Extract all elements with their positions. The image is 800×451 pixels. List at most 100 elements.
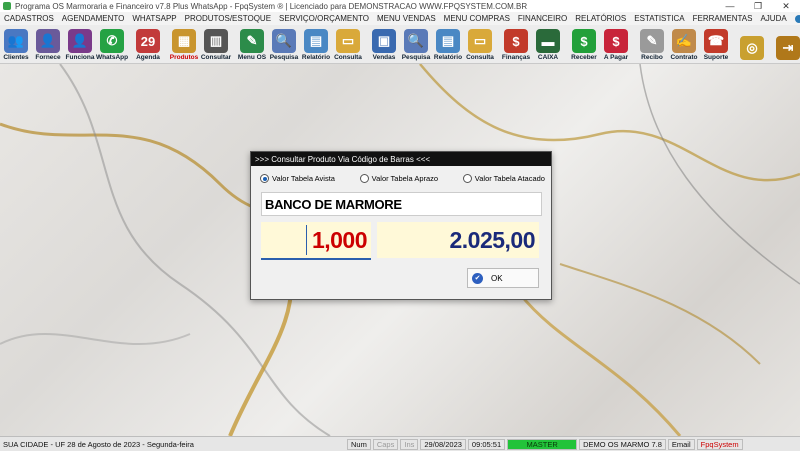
app-icon	[3, 2, 11, 10]
toolbar-label: Relatório	[433, 54, 463, 61]
toolbar-button-caixa[interactable]: ▬ CAIXA	[532, 25, 564, 63]
people-icon: 👥	[4, 29, 28, 53]
toolbar-button-consulta[interactable]: ▭ Consulta	[332, 25, 364, 63]
status-bar: SUA CIDADE - UF 28 de Agosto de 2023 - S…	[0, 436, 800, 451]
toolbar-label: Pesquisa	[401, 54, 431, 61]
menu-item-email[interactable]: E-MAIL	[791, 14, 800, 23]
ok-icon: ✔	[472, 272, 483, 284]
menu-item-servi-o-or-amento[interactable]: SERVIÇO/ORÇAMENTO	[275, 14, 373, 23]
exit-icon: ⇥	[776, 36, 800, 60]
menu-item-ajuda[interactable]: AJUDA	[756, 14, 790, 23]
toolbar-button-pesquisa[interactable]: 🔍 Pesquisa	[400, 25, 432, 63]
toolbar-label: Consulta	[466, 54, 494, 61]
whatsapp-icon: ✆	[100, 29, 124, 53]
toolbar-button-contrato[interactable]: ✍ Contrato	[668, 25, 700, 63]
toolbar-label: Recibo	[641, 54, 663, 61]
toolbar-button-agenda[interactable]: 29 Agenda	[132, 25, 164, 63]
toolbar-button-funciona[interactable]: 👤 Funciona	[64, 25, 96, 63]
employee-icon: 👤	[68, 29, 92, 53]
close-button[interactable]: ✕	[772, 1, 800, 12]
status-city-date: SUA CIDADE - UF 28 de Agosto de 2023 - S…	[3, 439, 194, 449]
ok-button[interactable]: ✔ OK	[467, 268, 539, 288]
toolbar-button-relat-rio[interactable]: ▤ Relatório	[432, 25, 464, 63]
menu-item-estatistica[interactable]: ESTATISTICA	[630, 14, 688, 23]
menu-item-agendamento[interactable]: AGENDAMENTO	[58, 14, 129, 23]
radio-aprazo[interactable]: Valor Tabela Aprazo	[359, 174, 439, 183]
menu-item-produtos-estoque[interactable]: PRODUTOS/ESTOQUE	[181, 14, 275, 23]
menu-item-financeiro[interactable]: FINANCEIRO	[514, 14, 571, 23]
quantity-value: 1,000	[311, 227, 368, 253]
toolbar-button-menu-os[interactable]: ✎ Menu OS	[236, 25, 268, 63]
status-email[interactable]: Email	[667, 438, 695, 450]
toolbar-label: Relatório	[301, 54, 331, 61]
search-icon: 🔍	[272, 29, 296, 53]
radio-atacado-dot	[462, 174, 472, 183]
minimize-button[interactable]: —	[716, 1, 744, 12]
menu-bar: CADASTROS AGENDAMENTO WHATSAPP PRODUTOS/EST…	[0, 12, 800, 25]
product-name-field[interactable]: BANCO DE MARMORE	[261, 192, 542, 216]
boxes-icon: ▦	[172, 29, 196, 53]
folder-icon: ▭	[336, 29, 360, 53]
menu-item-ferramentas[interactable]: FERRAMENTAS	[689, 14, 757, 23]
menu-item-relat-rios[interactable]: RELATÓRIOS	[571, 14, 630, 23]
radio-aprazo-dot	[359, 174, 369, 183]
toolbar-button-whatsapp[interactable]: ✆ WhatsApp	[96, 25, 128, 63]
calendar-icon: 29	[136, 29, 160, 53]
toolbar-label: Menu OS	[237, 54, 267, 61]
toolbar-button-clientes[interactable]: 👥 Clientes	[0, 25, 32, 63]
menu-item-menu-vendas[interactable]: MENU VENDAS	[373, 14, 440, 23]
price-value: 2.025,00	[449, 227, 535, 253]
window-controls: — ❐ ✕	[716, 1, 800, 12]
contract-icon: ✍	[672, 29, 696, 53]
toolbar-button-relat-rio[interactable]: ▤ Relatório	[300, 25, 332, 63]
support-icon: ☎	[704, 29, 728, 53]
pay-icon: $	[604, 29, 628, 53]
toolbar-button-consulta[interactable]: ▭ Consulta	[464, 25, 496, 63]
status-date: 29/08/2023	[420, 438, 466, 450]
toolbar-button-consultar[interactable]: ▥ Consultar	[200, 25, 232, 63]
receive-icon: $	[572, 29, 596, 53]
toolbar-button-receber[interactable]: $ Receber	[568, 25, 600, 63]
toolbar-button-a-pagar[interactable]: $ A Pagar	[600, 25, 632, 63]
toolbar-button-finan-as[interactable]: $ Finanças	[500, 25, 532, 63]
quantity-field[interactable]: 1,000	[261, 222, 371, 260]
toolbar-label: Suporte	[703, 54, 729, 61]
toolbar-label: Funciona	[65, 54, 95, 61]
toolbar-button-coins[interactable]: ◎	[736, 25, 768, 63]
status-ins: Ins	[400, 438, 419, 450]
monitor-icon: ▣	[372, 29, 396, 53]
status-brand: FpqSystem	[696, 438, 743, 450]
barcode-icon: ▥	[204, 29, 228, 53]
receipt-icon: ✎	[640, 29, 664, 53]
price-table-options: Valor Tabela Avista Valor Tabela Aprazo …	[260, 174, 545, 183]
toolbar-button-pesquisa[interactable]: 🔍 Pesquisa	[268, 25, 300, 63]
supplier-icon: 👤	[36, 29, 60, 53]
maximize-button[interactable]: ❐	[744, 1, 772, 12]
radio-aprazo-label: Valor Tabela Aprazo	[371, 174, 439, 183]
finance-icon: $	[504, 29, 528, 53]
barcode-lookup-dialog: >>> Consultar Produto Via Código de Barr…	[250, 151, 552, 300]
menu-item-menu-compras[interactable]: MENU COMPRAS	[440, 14, 514, 23]
status-num: Num	[347, 438, 371, 450]
toolbar-button-fornece[interactable]: 👤 Fornece	[32, 25, 64, 63]
radio-avista-dot	[260, 174, 269, 183]
quantity-divider	[306, 225, 307, 255]
toolbar-button-vendas[interactable]: ▣ Vendas	[368, 25, 400, 63]
toolbar-button-exit[interactable]: ⇥	[772, 25, 800, 63]
title-bar: Programa OS Marmoraria e Financeiro v7.8…	[0, 0, 800, 12]
price-field[interactable]: 2.025,00	[377, 222, 539, 258]
toolbar-label: Agenda	[136, 54, 160, 61]
menu-item-whatsapp[interactable]: WHATSAPP	[128, 14, 180, 23]
toolbar-label: Vendas	[372, 54, 396, 61]
menu-item-cadastros[interactable]: CADASTROS	[0, 14, 58, 23]
report-icon: ▤	[436, 29, 460, 53]
toolbar-button-produtos[interactable]: ▦ Produtos	[168, 25, 200, 63]
toolbar-label: Consultar	[200, 54, 232, 61]
toolbar-button-suporte[interactable]: ☎ Suporte	[700, 25, 732, 63]
toolbar-button-recibo[interactable]: ✎ Recibo	[636, 25, 668, 63]
radio-avista-label: Valor Tabela Avista	[272, 174, 335, 183]
radio-avista[interactable]: Valor Tabela Avista	[260, 174, 335, 183]
radio-atacado[interactable]: Valor Tabela Atacado	[462, 174, 545, 183]
toolbar-label: Fornece	[35, 54, 61, 61]
status-master: MASTER	[507, 438, 578, 450]
